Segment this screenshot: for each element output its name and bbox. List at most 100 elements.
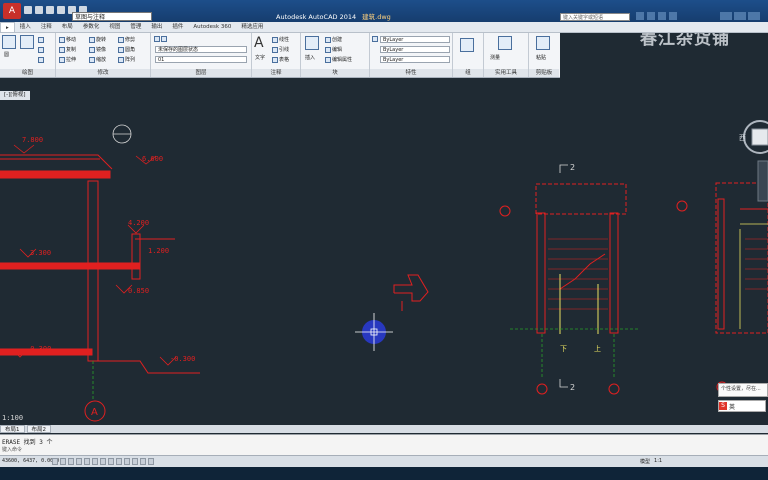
tab-featured-apps[interactable]: 精选应用 <box>236 22 268 32</box>
paste-icon[interactable] <box>536 36 550 50</box>
edit-attributes-button[interactable]: 编辑属性 <box>325 56 352 63</box>
tab-parametric[interactable]: 参数化 <box>78 22 105 32</box>
drawing-scale: 1:100 <box>2 414 23 422</box>
open-icon[interactable] <box>35 6 43 14</box>
rotate-button[interactable]: 旋转 <box>89 36 106 43</box>
model-space-button[interactable]: 模型 <box>640 458 650 465</box>
tpy-toggle[interactable] <box>124 458 130 465</box>
exchange-icon[interactable] <box>658 12 666 20</box>
tab-insert[interactable]: 插入 <box>15 22 36 32</box>
help-icon[interactable] <box>669 12 677 20</box>
tab-layout[interactable]: 布局 <box>57 22 78 32</box>
grid-toggle[interactable] <box>60 458 66 465</box>
group-utilities: 测量 实用工具 <box>484 33 529 77</box>
tab-annotate[interactable]: 注释 <box>36 22 57 32</box>
circle-button[interactable]: 圆 <box>4 51 9 58</box>
scale-button[interactable]: 缩放 <box>89 56 106 63</box>
fillet-button[interactable]: 圆角 <box>118 46 135 53</box>
group-icon[interactable] <box>460 38 474 52</box>
layer-state-select[interactable]: 未保存的图层状态 <box>155 46 247 53</box>
polar-toggle[interactable] <box>76 458 82 465</box>
close-button[interactable] <box>748 12 760 20</box>
status-right: 模型 1:1 <box>640 458 662 465</box>
layer-state-icon[interactable] <box>161 36 167 42</box>
save-as-icon[interactable] <box>57 6 65 14</box>
text-button[interactable]: 文字 <box>255 54 265 61</box>
lineweight-select[interactable]: ByLayer <box>380 46 450 53</box>
trim-button[interactable]: 修剪 <box>118 36 135 43</box>
axis-bubble <box>608 383 620 395</box>
application-menu-button[interactable]: A <box>3 3 21 19</box>
dyn-toggle[interactable] <box>108 458 114 465</box>
otrack-toggle[interactable] <box>92 458 98 465</box>
linetype-select[interactable]: ByLayer <box>380 56 450 63</box>
line-icon[interactable] <box>2 35 16 49</box>
window-section <box>131 233 141 280</box>
insert-button[interactable]: 插入 <box>305 54 315 61</box>
polyline-icon[interactable] <box>20 35 34 49</box>
drafting-toggles <box>52 458 154 465</box>
color-select[interactable]: ByLayer <box>380 36 450 43</box>
current-layer-select[interactable]: 01 <box>155 56 247 63</box>
text-icon[interactable]: A <box>254 35 264 51</box>
move-button[interactable]: 移动 <box>59 36 76 43</box>
stair-plan-outline <box>535 183 627 215</box>
drawing-canvas[interactable]: 7.800 6.600 4.200 3.300 0.850 -0.300 -0.… <box>0 89 768 425</box>
ime-mode[interactable]: 英 <box>729 402 735 411</box>
ducs-toggle[interactable] <box>100 458 106 465</box>
mirror-button[interactable]: 镜像 <box>89 46 106 53</box>
tab-layout-1[interactable]: 布局1 <box>0 425 25 433</box>
tab-autodesk-360[interactable]: Autodesk 360 <box>188 22 236 32</box>
table-button[interactable]: 表格 <box>272 56 289 63</box>
leader-button[interactable]: 引线 <box>272 46 289 53</box>
axis-bubble <box>676 200 688 212</box>
save-icon[interactable] <box>46 6 54 14</box>
osnap-toggle[interactable] <box>84 458 90 465</box>
tab-home[interactable]: ▸ <box>0 22 15 32</box>
array-button[interactable]: 阵列 <box>118 56 135 63</box>
new-icon[interactable] <box>24 6 32 14</box>
tab-plugins[interactable]: 插件 <box>167 22 188 32</box>
help-search-input[interactable]: 键入关键字或短语 <box>560 13 630 21</box>
sc-toggle[interactable] <box>140 458 146 465</box>
rectangle-icon[interactable] <box>38 37 44 43</box>
scale-icon <box>89 56 95 63</box>
minimize-button[interactable] <box>720 12 732 20</box>
edit-block-button[interactable]: 编辑 <box>325 46 342 53</box>
match-properties-icon[interactable] <box>372 36 378 42</box>
stretch-button[interactable]: 拉伸 <box>59 56 76 63</box>
group-groups-label: 组 <box>453 69 483 77</box>
insert-block-icon[interactable] <box>305 36 319 50</box>
group-modify-label: 修改 <box>56 69 150 77</box>
drawing-viewport[interactable]: 7.800 6.600 4.200 3.300 0.850 -0.300 -0.… <box>0 89 768 425</box>
linear-button[interactable]: 线性 <box>272 36 289 43</box>
tab-output[interactable]: 输出 <box>146 22 167 32</box>
ortho-toggle[interactable] <box>68 458 74 465</box>
snap-toggle[interactable] <box>52 458 58 465</box>
measure-button[interactable]: 测量 <box>490 54 500 61</box>
am-toggle[interactable] <box>148 458 154 465</box>
command-input[interactable]: 键入命令 <box>2 446 222 454</box>
lwt-toggle[interactable] <box>116 458 122 465</box>
tab-layout-2[interactable]: 布局2 <box>26 425 51 433</box>
viewcube[interactable] <box>743 120 768 154</box>
ime-toolbar[interactable]: S 英 <box>718 400 766 412</box>
layer-properties-icon[interactable] <box>154 36 160 42</box>
tab-view[interactable]: 视图 <box>104 22 125 32</box>
create-block-button[interactable]: 创建 <box>325 36 342 43</box>
annotation-scale[interactable]: 1:1 <box>654 458 662 465</box>
copy-button[interactable]: 复制 <box>59 46 76 53</box>
measure-icon[interactable] <box>498 36 512 50</box>
viewport-label[interactable]: [-][俯视] <box>0 91 30 100</box>
workspace-select[interactable]: 草图与注释 <box>72 12 152 21</box>
sign-in-icon[interactable] <box>647 12 655 20</box>
qp-toggle[interactable] <box>132 458 138 465</box>
paste-button[interactable]: 粘贴 <box>536 54 546 61</box>
level-label: 6.600 <box>142 155 163 163</box>
navigation-bar[interactable] <box>757 160 768 202</box>
arc-icon[interactable] <box>38 57 44 63</box>
maximize-button[interactable] <box>734 12 746 20</box>
tab-manage[interactable]: 管理 <box>125 22 146 32</box>
search-icon[interactable] <box>636 12 644 20</box>
hatch-icon[interactable] <box>38 47 44 53</box>
